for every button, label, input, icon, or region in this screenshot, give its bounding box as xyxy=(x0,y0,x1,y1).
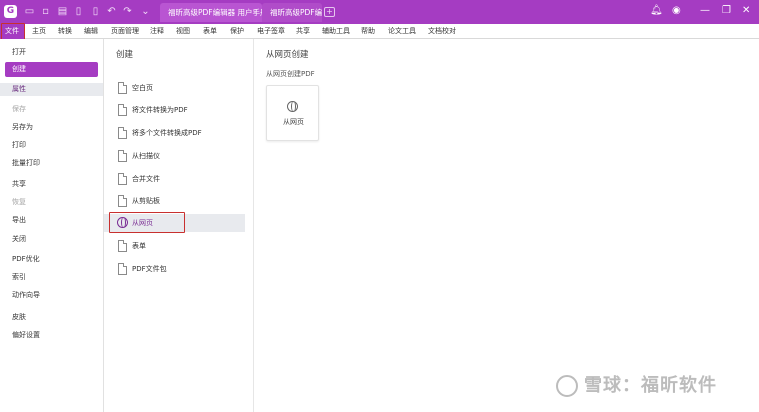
new-tab-button[interactable]: + xyxy=(324,7,335,17)
create-item-label: 空白页 xyxy=(132,84,153,92)
menu-view[interactable]: 视图 xyxy=(176,24,190,39)
user-account-icon[interactable]: ◉ xyxy=(672,4,681,18)
minimize-icon[interactable]: — xyxy=(700,4,710,18)
create-item-label: 合并文件 xyxy=(132,175,160,183)
page-icon[interactable]: ▯ xyxy=(90,6,101,17)
create-form[interactable]: 表单 xyxy=(104,237,245,255)
create-item-label: PDF文件包 xyxy=(132,265,167,273)
restore-window-icon[interactable]: ❐ xyxy=(722,4,731,18)
web-panel-subheading: 从网页创建PDF xyxy=(266,70,315,78)
redo-icon[interactable]: ↷ xyxy=(122,6,133,17)
scanner-icon xyxy=(118,150,127,162)
customize-toolbar-icon[interactable]: ⌄ xyxy=(140,6,151,17)
create-merge-files[interactable]: 合并文件 xyxy=(104,170,245,188)
menu-protect[interactable]: 保护 xyxy=(230,24,244,39)
nav-open[interactable]: 打开 xyxy=(12,47,26,57)
create-item-label: 从扫描仪 xyxy=(132,152,160,160)
nav-preferences[interactable]: 偏好设置 xyxy=(12,330,40,340)
nav-properties[interactable]: 属性 xyxy=(0,83,103,96)
xueqiu-watermark-logo-icon xyxy=(556,375,578,397)
document-tab-active[interactable]: 福昕高级PDF编辑器 用户手册 × xyxy=(160,3,262,22)
merge-files-icon xyxy=(118,173,127,185)
menu-edit[interactable]: 编辑 xyxy=(84,24,98,39)
menu-e-signature[interactable]: 电子签章 xyxy=(257,24,285,39)
menu-home[interactable]: 主页 xyxy=(32,24,46,39)
nav-save-as[interactable]: 另存为 xyxy=(12,122,33,132)
clipboard-icon xyxy=(118,195,127,207)
nav-print[interactable]: 打印 xyxy=(12,140,26,150)
nav-share[interactable]: 共享 xyxy=(12,179,26,189)
close-window-icon[interactable]: ✕ xyxy=(742,4,750,18)
create-item-label: 将多个文件转换成PDF xyxy=(132,129,202,137)
save-icon[interactable]: ▫ xyxy=(40,6,51,17)
nav-close[interactable]: 关闭 xyxy=(12,234,26,244)
menu-thesis-tools[interactable]: 论文工具 xyxy=(388,24,416,39)
card-label: 从网页 xyxy=(283,118,304,126)
create-from-scanner[interactable]: 从扫描仪 xyxy=(104,147,245,165)
menu-accessibility[interactable]: 辅助工具 xyxy=(322,24,350,39)
nav-skin[interactable]: 皮肤 xyxy=(12,312,26,322)
menu-share[interactable]: 共享 xyxy=(296,24,310,39)
from-web-page-card[interactable]: 从网页 xyxy=(266,85,319,141)
convert-multiple-icon xyxy=(118,127,127,139)
blank-page-icon xyxy=(118,82,127,94)
web-create-panel: 从网页创建 从网页创建PDF 从网页 xyxy=(254,39,759,412)
convert-file-icon xyxy=(118,104,127,116)
nav-batch-print[interactable]: 批量打印 xyxy=(12,158,40,168)
nav-index[interactable]: 索引 xyxy=(12,272,26,282)
document-tab-label: 福昕高级PDF编辑器... xyxy=(270,8,322,17)
open-folder-icon[interactable]: ▭ xyxy=(24,6,35,17)
form-icon xyxy=(118,240,127,252)
menu-comment[interactable]: 注释 xyxy=(150,24,164,39)
create-panel-heading: 创建 xyxy=(116,50,134,60)
nav-pdf-optimize[interactable]: PDF优化 xyxy=(12,254,40,264)
menu-page-management[interactable]: 页面管理 xyxy=(111,24,139,39)
bell-icon[interactable]: 🔔︎ xyxy=(650,4,663,18)
menu-convert[interactable]: 转换 xyxy=(58,24,72,39)
document-tab[interactable]: 福昕高级PDF编辑器... xyxy=(262,3,322,22)
new-document-icon[interactable]: ▯ xyxy=(73,6,84,17)
file-backstage-nav: 打开 创建 属性 保存 另存为 打印 批量打印 共享 恢复 导出 关闭 PDF优… xyxy=(0,39,104,412)
nav-create[interactable]: 创建 xyxy=(5,62,98,77)
title-bar: G ▭ ▫ ▤ ▯ ▯ ↶ ↷ ⌄ 福昕高级PDF编辑器 用户手册 × 福昕高级… xyxy=(0,0,759,24)
create-from-clipboard[interactable]: 从剪贴板 xyxy=(104,192,245,210)
file-menu-highlight xyxy=(1,23,25,40)
globe-icon xyxy=(287,101,298,112)
web-page-option-highlight xyxy=(109,212,185,233)
pdf-portfolio-icon xyxy=(118,263,127,275)
create-pdf-portfolio[interactable]: PDF文件包 xyxy=(104,260,245,278)
nav-action-wizard[interactable]: 动作向导 xyxy=(12,290,40,300)
create-item-label: 将文件转换为PDF xyxy=(132,106,188,114)
create-item-label: 表单 xyxy=(132,242,146,250)
menu-form[interactable]: 表单 xyxy=(203,24,217,39)
nav-restore[interactable]: 恢复 xyxy=(12,197,26,207)
undo-icon[interactable]: ↶ xyxy=(106,6,117,17)
create-from-multiple-files[interactable]: 将多个文件转换成PDF xyxy=(104,124,245,142)
web-panel-heading: 从网页创建 xyxy=(266,50,309,60)
print-icon[interactable]: ▤ xyxy=(57,6,68,17)
nav-export[interactable]: 导出 xyxy=(12,215,26,225)
document-tab-label: 福昕高级PDF编辑器 用户手册 xyxy=(168,8,262,17)
app-logo-icon[interactable]: G xyxy=(4,5,17,18)
create-item-label: 从剪贴板 xyxy=(132,197,160,205)
create-from-file[interactable]: 将文件转换为PDF xyxy=(104,101,245,119)
menu-proofreading[interactable]: 文档校对 xyxy=(428,24,456,39)
nav-save[interactable]: 保存 xyxy=(12,104,26,114)
menu-help[interactable]: 帮助 xyxy=(361,24,375,39)
watermark-text: 雪球：福昕软件 xyxy=(584,375,717,396)
create-blank-page[interactable]: 空白页 xyxy=(104,79,245,97)
close-tab-icon[interactable]: × xyxy=(252,3,258,22)
ribbon-menu-bar: 文件 主页 转换 编辑 页面管理 注释 视图 表单 保护 电子签章 共享 辅助工… xyxy=(0,24,759,39)
